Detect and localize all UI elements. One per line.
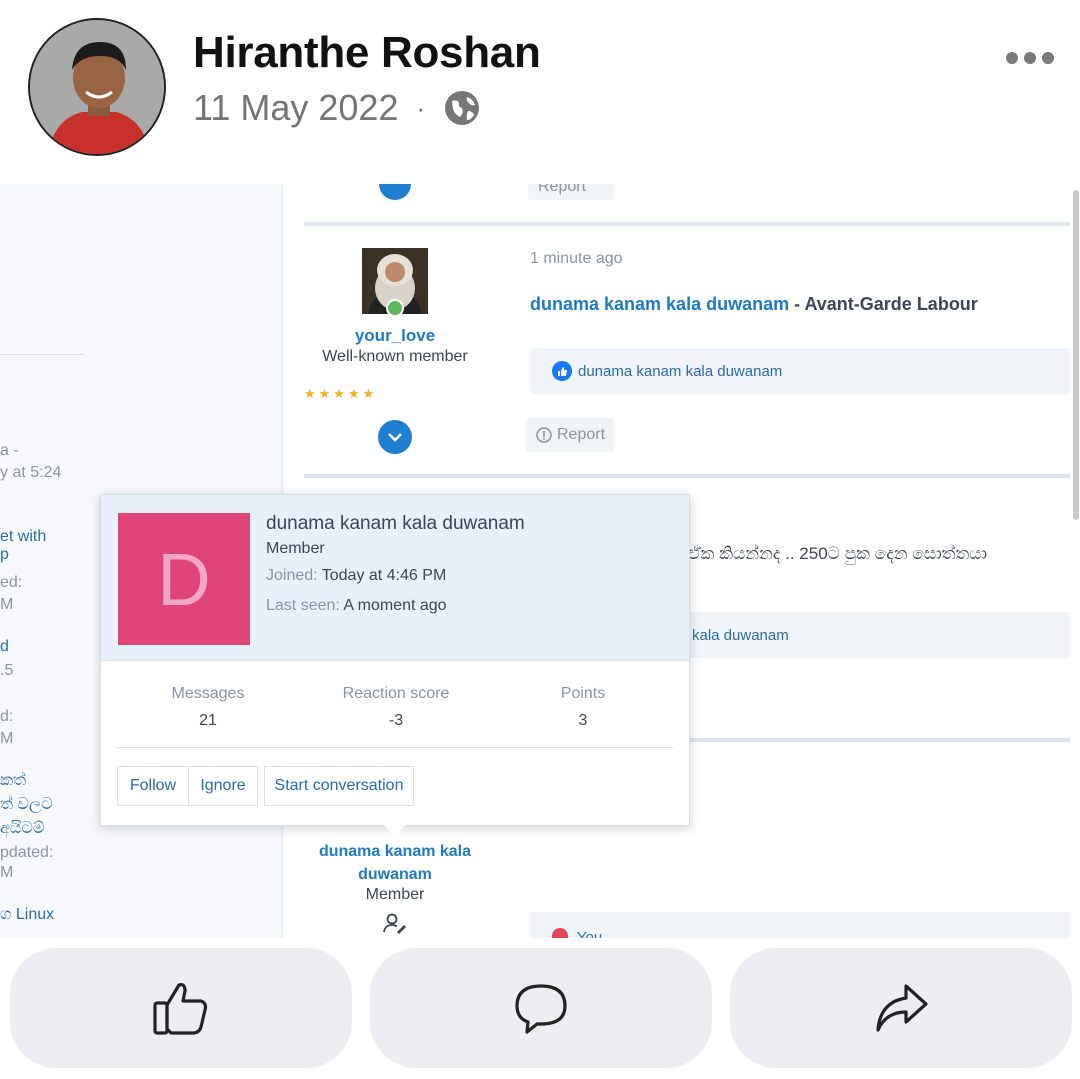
- share-button[interactable]: [730, 948, 1072, 1068]
- popover-arrow: [384, 825, 406, 836]
- stat-points: Points 3: [498, 685, 668, 730]
- sidebar-fragment: .5: [0, 662, 14, 679]
- dot: [1042, 52, 1054, 64]
- sidebar-fragment: M: [0, 864, 14, 881]
- share-icon: [876, 984, 928, 1032]
- stat-label: Points: [560, 685, 606, 702]
- reactions-bar: You: [530, 912, 1070, 938]
- sidebar-fragment: pdated:: [0, 844, 54, 861]
- sidebar-fragment: M: [0, 596, 14, 613]
- post-separator: [304, 474, 1070, 478]
- stat-label: Messages: [171, 685, 245, 702]
- thread-user-link[interactable]: dunama kanam kala duwanam: [530, 294, 789, 314]
- report-button-cutoff[interactable]: Report: [528, 184, 614, 200]
- chevron-down-icon[interactable]: [379, 184, 411, 200]
- rating-stars: ★★★★★: [304, 386, 378, 401]
- chevron-down-icon[interactable]: [378, 420, 412, 454]
- globe-icon: [445, 91, 480, 125]
- comment-icon: [515, 984, 567, 1034]
- post-separator: [304, 222, 1070, 226]
- username-link[interactable]: your_love: [284, 326, 506, 346]
- author-avatar[interactable]: [28, 18, 166, 156]
- post-author-name[interactable]: Hiranthe Roshan: [193, 28, 541, 78]
- dot: [1024, 52, 1036, 64]
- chevron-glyph: [388, 433, 402, 442]
- sidebar-fragment[interactable]: කත්: [0, 772, 26, 790]
- reactions-bar: dunama kanam kala duwanam: [530, 348, 1070, 394]
- love-reaction-icon: [552, 928, 568, 938]
- sidebar-fragment[interactable]: et with: [0, 528, 46, 546]
- post-text-fragment: ඒක කියන්නද .. 250ට පුක දෙන සොත්තයා: [688, 544, 988, 563]
- sidebar-fragment: y at 5:24: [0, 464, 62, 481]
- member-avatar[interactable]: D: [118, 513, 250, 645]
- more-options-icon[interactable]: [1006, 52, 1054, 64]
- scrollbar-thumb[interactable]: [1073, 190, 1079, 520]
- like-reaction-icon: [552, 361, 572, 381]
- start-conversation-button[interactable]: Start conversation: [264, 766, 414, 806]
- username-line: duwanam: [358, 866, 432, 883]
- sidebar-divider: [0, 354, 84, 355]
- scrollbar[interactable]: [1070, 0, 1080, 1079]
- stat-messages[interactable]: Messages 21: [123, 685, 293, 730]
- member-role: Member: [266, 540, 325, 557]
- stat-value: 21: [199, 712, 217, 729]
- like-button[interactable]: [10, 948, 352, 1068]
- member-name[interactable]: dunama kanam kala duwanam: [266, 513, 525, 535]
- user-title: Member: [365, 886, 425, 903]
- popover-divider: [117, 747, 673, 748]
- post-time[interactable]: 1 minute ago: [530, 250, 623, 268]
- sidebar-fragment[interactable]: ග Linux: [0, 906, 54, 924]
- ignore-button[interactable]: Ignore: [188, 766, 258, 806]
- sidebar-fragment: a -: [0, 442, 19, 459]
- online-status-icon: [386, 299, 404, 317]
- sidebar-fragment: d:: [0, 708, 14, 725]
- sidebar-fragment[interactable]: අයිටම්: [0, 820, 44, 838]
- last-seen-value: A moment ago: [343, 597, 447, 614]
- reactions-user-link[interactable]: dunama kanam kala duwanam: [578, 363, 782, 380]
- report-button[interactable]: Report: [526, 418, 614, 452]
- reactions-user-link[interactable]: You: [577, 929, 602, 938]
- user-edit-icon: [383, 913, 406, 934]
- sidebar-fragment: M: [0, 730, 14, 747]
- stat-value: 3: [578, 712, 588, 729]
- thumb-glyph: [557, 366, 567, 376]
- avatar-photo: [30, 20, 164, 154]
- member-last-seen: Last seen: A moment ago: [266, 597, 447, 615]
- last-seen-label: Last seen:: [266, 597, 340, 614]
- thread-title-line: dunama kanam kala duwanam - Avant-Garde …: [530, 294, 978, 315]
- follow-button[interactable]: Follow: [117, 766, 189, 806]
- post-meta: 11 May 2022 ·: [193, 86, 481, 130]
- post-date[interactable]: 11 May 2022: [193, 87, 398, 129]
- popover-header: D dunama kanam kala duwanam Member Joine…: [101, 495, 689, 661]
- dot: [1006, 52, 1018, 64]
- joined-label: Joined:: [266, 567, 318, 584]
- stat-value: -3: [388, 712, 404, 729]
- thread-separator: -: [794, 294, 801, 314]
- stat-label: Reaction score: [342, 685, 450, 702]
- member-popover: D dunama kanam kala duwanam Member Joine…: [100, 494, 690, 826]
- meta-separator: ·: [416, 92, 426, 123]
- username-line: dunama kanam kala: [318, 843, 472, 860]
- thread-title[interactable]: Avant-Garde Labour: [804, 294, 977, 314]
- joined-value: Today at 4:46 PM: [321, 567, 447, 584]
- reactions-bar[interactable]: kala duwanam: [674, 612, 1070, 658]
- post-action-bar: [0, 938, 1080, 1079]
- comment-button[interactable]: [370, 948, 712, 1068]
- stat-reaction-score: Reaction score -3: [311, 685, 481, 730]
- sidebar-fragment[interactable]: p: [0, 546, 9, 564]
- info-icon: [536, 427, 552, 443]
- post-header: Hiranthe Roshan 11 May 2022 ·: [0, 0, 1080, 184]
- report-label: Report: [557, 426, 606, 443]
- thumbs-up-icon: [153, 983, 208, 1035]
- member-joined: Joined: Today at 4:46 PM: [266, 567, 446, 585]
- sidebar-fragment[interactable]: d: [0, 638, 9, 656]
- username-link[interactable]: dunama kanam kala duwanam: [284, 840, 506, 886]
- user-title: Well-known member: [322, 348, 468, 365]
- sidebar-fragment: ed:: [0, 574, 23, 591]
- sidebar-fragment[interactable]: ත් වලට: [0, 796, 53, 814]
